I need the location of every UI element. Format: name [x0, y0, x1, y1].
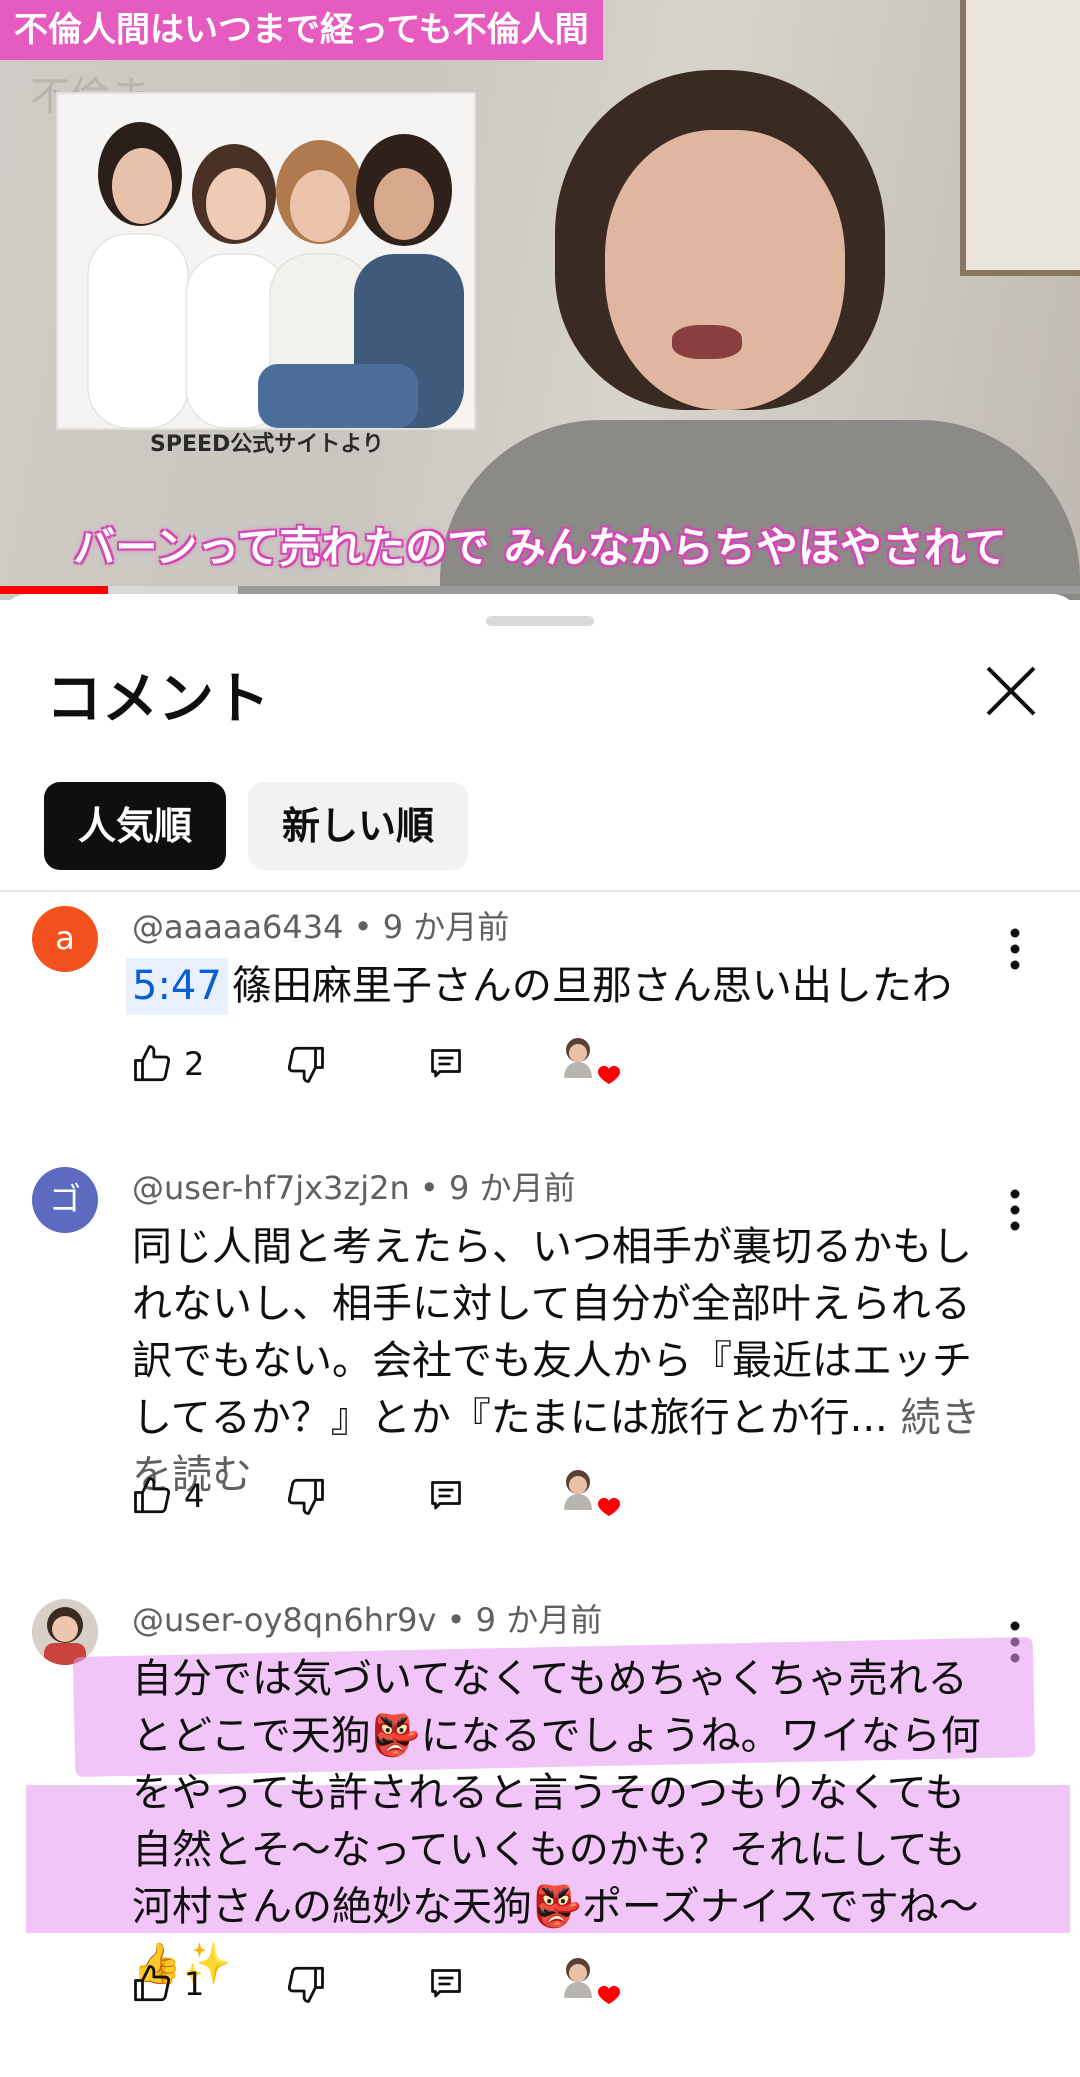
comment-text: 5:47 篠田麻里子さんの旦那さん思い出したわ — [126, 958, 1002, 1015]
comment-meta: @user-oy8qn6hr9v • 9 か月前 — [132, 1601, 603, 1639]
thumbs-down-icon — [287, 1478, 324, 1515]
comment-actions: 1 — [132, 1954, 1032, 2014]
comment-time: 9 か月前 — [382, 908, 510, 946]
comment-time: 9 か月前 — [448, 1169, 576, 1207]
like-count: 2 — [184, 1045, 205, 1083]
thumbs-up-icon — [134, 1477, 171, 1514]
creator-heart-icon — [554, 1460, 624, 1530]
avatar[interactable]: a — [32, 906, 98, 972]
tengu-emoji: 👺 — [370, 1713, 421, 1759]
presenter-face — [605, 130, 845, 410]
like-button[interactable]: 1 — [132, 1954, 204, 2014]
sheet-title: コメント — [46, 667, 270, 732]
more-options-button[interactable] — [1000, 924, 1030, 974]
wall-picture-frame — [960, 0, 1080, 276]
tengu-emoji: 👺 — [532, 1884, 582, 1930]
comment-meta: @user-hf7jx3zj2n • 9 か月前 — [132, 1169, 576, 1207]
like-count: 1 — [184, 1965, 205, 2003]
thumbs-down-icon — [287, 1966, 324, 2003]
dislike-button[interactable] — [284, 1034, 326, 1094]
comment-meta: @aaaaa6434 • 9 か月前 — [132, 908, 510, 946]
kebab-icon — [1010, 928, 1020, 970]
presenter-mouth — [672, 325, 742, 359]
thumbs-up-icon — [134, 1965, 171, 2002]
creator-heart-icon — [554, 1028, 624, 1098]
comment-text: 自分では気づいてなくてもめちゃくちゃ売れるとどこで天狗👺になるでしょうね。ワイな… — [132, 1651, 1002, 1993]
reply-button[interactable] — [428, 1034, 464, 1094]
close-icon — [986, 666, 1036, 716]
reply-button[interactable] — [428, 1954, 464, 2014]
creator-heart-icon — [554, 1948, 624, 2018]
close-button[interactable] — [980, 660, 1042, 722]
divider — [0, 890, 1080, 892]
reply-icon — [431, 1969, 461, 1998]
comment-time: 9 か月前 — [475, 1601, 603, 1639]
thumbs-down-icon — [287, 1046, 324, 1083]
comment-author[interactable]: @user-hf7jx3zj2n — [132, 1169, 410, 1207]
drag-handle[interactable] — [486, 616, 594, 626]
chip-popular[interactable]: 人気順 — [44, 782, 227, 870]
kebab-icon — [1010, 1189, 1020, 1231]
comment-body: 同じ人間と考えたら、いつ相手が裏切るかもしれないし、相手に対して自分が全部叶えら… — [132, 1224, 972, 1441]
video-subtitle: バーンって売れたので みんなからちやほやされて — [73, 523, 1007, 572]
comments-sheet: コメント 人気順 新しい順 a @aaaaa6434 • 9 か月前 5:47 篠… — [0, 594, 1080, 2077]
chip-newest[interactable]: 新しい順 — [248, 782, 469, 870]
group-photo-image — [58, 94, 474, 428]
sort-chips: 人気順 新しい順 — [44, 782, 469, 870]
more-options-button[interactable] — [1000, 1185, 1030, 1235]
comment-actions: 2 — [132, 1034, 1032, 1094]
avatar[interactable]: ゴ — [32, 1167, 98, 1233]
comment-author[interactable]: @user-oy8qn6hr9v — [132, 1601, 436, 1639]
like-button[interactable]: 2 — [132, 1034, 204, 1094]
inset-photo — [56, 92, 476, 430]
comment-author[interactable]: @aaaaa6434 — [132, 908, 343, 946]
dislike-button[interactable] — [284, 1466, 326, 1526]
avatar-image — [32, 1599, 98, 1665]
reply-icon — [431, 1049, 461, 1078]
avatar[interactable] — [32, 1599, 98, 1665]
reply-button[interactable] — [428, 1466, 464, 1526]
timestamp-link[interactable]: 5:47 — [126, 958, 228, 1015]
reply-icon — [431, 1481, 461, 1510]
like-button[interactable]: 4 — [132, 1466, 204, 1526]
video-player[interactable]: 不倫ま SPEED公式サイトより 不倫人間はいつまで経っても不倫人間 バーンって… — [0, 0, 1080, 600]
thumbs-up-icon — [134, 1045, 171, 1082]
photo-caption: SPEED公式サイトより — [150, 432, 384, 457]
comment-actions: 4 — [132, 1466, 1032, 1526]
like-count: 4 — [184, 1477, 205, 1515]
progress-played — [0, 586, 108, 594]
dislike-button[interactable] — [284, 1954, 326, 2014]
comment-body: 篠田麻里子さんの旦那さん思い出したわ — [231, 963, 952, 1009]
video-progress-bar[interactable] — [0, 586, 1080, 594]
video-title-overlay: 不倫人間はいつまで経っても不倫人間 — [0, 0, 603, 60]
comment-body: ポーズナイスですね〜 — [581, 1884, 979, 1930]
